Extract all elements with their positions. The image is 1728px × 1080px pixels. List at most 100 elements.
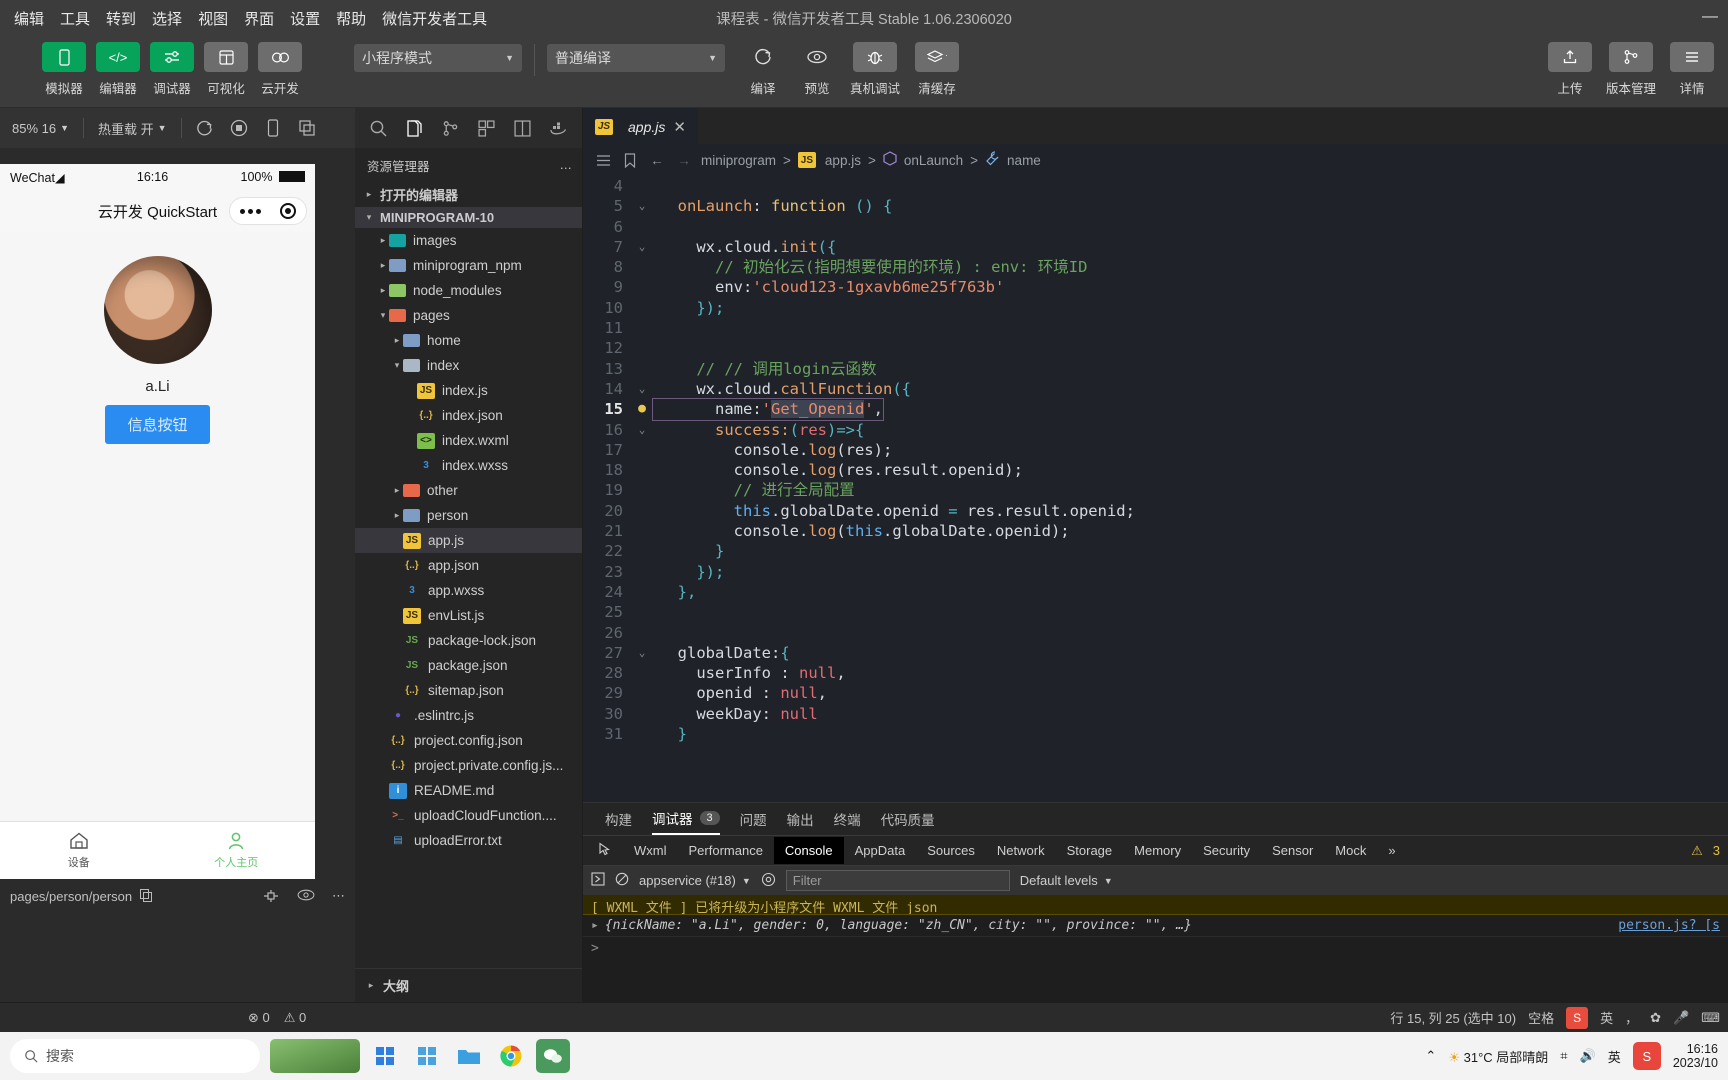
code-line[interactable]: 18 console.log(res.result.openid); — [583, 460, 1728, 480]
toolbar-preview[interactable]: 预览 — [793, 42, 841, 97]
mode-select[interactable]: 小程序模式 ▼ — [354, 44, 522, 72]
tree-file[interactable]: {..} index.json — [355, 403, 582, 428]
simulator-refresh-icon[interactable] — [188, 115, 222, 141]
select-element-icon[interactable] — [262, 888, 280, 904]
code-line[interactable]: 15 ● name:'Get_Openid', — [583, 398, 1728, 421]
code-line[interactable]: 29 openid : null, — [583, 683, 1728, 703]
menu-item-settings[interactable]: 设置 — [282, 4, 328, 33]
chrome-icon[interactable] — [494, 1039, 528, 1073]
console-levels-select[interactable]: Default levels ▼ — [1020, 873, 1113, 888]
devtools-tab-mock[interactable]: Mock — [1324, 837, 1377, 864]
fold-chevron-icon[interactable]: ⌄ — [631, 379, 653, 399]
ime-lang-label[interactable]: 英 — [1608, 1047, 1621, 1066]
weather-temp[interactable]: ☀ 31°C 局部晴朗 — [1448, 1047, 1548, 1066]
store-icon[interactable] — [410, 1039, 444, 1073]
lightbulb-icon[interactable]: ● — [631, 399, 653, 419]
code-line[interactable]: 16 ⌄ success:(res)=>{ — [583, 420, 1728, 440]
copy-icon[interactable] — [140, 889, 153, 903]
tree-file[interactable]: ● .eslintrc.js — [355, 703, 582, 728]
project-section[interactable]: ▾ MINIPROGRAM-10 — [355, 207, 582, 228]
tree-file[interactable]: JS envList.js — [355, 603, 582, 628]
menu-item-view[interactable]: 视图 — [190, 4, 236, 33]
code-line[interactable]: 20 this.globalDate.openid = res.result.o… — [583, 501, 1728, 521]
tree-folder[interactable]: ▾ pages — [355, 303, 582, 328]
volume-icon[interactable]: 🔊 — [1580, 1048, 1596, 1064]
explorer-icon[interactable] — [452, 1039, 486, 1073]
console-output[interactable]: [ WXML 文件 ] 已将升级为小程序文件 WXML 文件 json ▸ {n… — [583, 895, 1728, 1002]
search-icon[interactable] — [361, 113, 395, 143]
taskbar-clock[interactable]: 16:16 2023/10 — [1673, 1042, 1718, 1071]
chevron-down-icon[interactable]: ▾ — [391, 360, 403, 371]
list-icon[interactable] — [593, 154, 613, 167]
menu-item-edit[interactable]: 编辑 — [6, 4, 52, 33]
breadcrumb-onlaunch[interactable]: onLaunch — [904, 153, 963, 168]
panel-tab[interactable]: 代码质量 — [881, 803, 935, 835]
menu-item-goto[interactable]: 转到 — [98, 4, 144, 33]
eye-icon[interactable] — [296, 888, 316, 902]
tree-file[interactable]: JS app.js — [355, 528, 582, 553]
panel-tab[interactable]: 问题 — [740, 803, 767, 835]
breadcrumb-name[interactable]: name — [1007, 153, 1041, 168]
tree-file[interactable]: JS package-lock.json — [355, 628, 582, 653]
tree-folder[interactable]: ▸ miniprogram_npm — [355, 253, 582, 278]
files-icon[interactable] — [397, 113, 431, 143]
wechat-devtools-icon[interactable] — [536, 1039, 570, 1073]
explorer-more-icon[interactable]: … — [560, 158, 573, 172]
devtools-warning-count[interactable]: ⚠ 3 — [1691, 843, 1728, 859]
code-line[interactable]: 9 env:'cloud123-1gxavb6me25f763b' — [583, 277, 1728, 297]
arrow-left-icon[interactable]: ← — [647, 153, 667, 168]
menu-item-interface[interactable]: 界面 — [236, 4, 282, 33]
devtools-tab-wxml[interactable]: Wxml — [623, 837, 678, 864]
panel-tab[interactable]: 终端 — [834, 803, 861, 835]
tree-file[interactable]: >_ uploadCloudFunction.... — [355, 803, 582, 828]
tree-file[interactable]: JS package.json — [355, 653, 582, 678]
split-icon[interactable] — [505, 113, 539, 143]
code-line[interactable]: 8 // 初始化云(指明想要使用的环境) : env: 环境ID — [583, 257, 1728, 277]
tree-folder[interactable]: ▾ index — [355, 353, 582, 378]
tree-folder[interactable]: ▸ node_modules — [355, 278, 582, 303]
menu-item-select[interactable]: 选择 — [144, 4, 190, 33]
panel-tab-bar[interactable]: 构建 调试器 3 问题 输出 终端 代码质量 — [583, 803, 1728, 835]
chevron-right-icon[interactable]: ▸ — [391, 485, 403, 496]
code-line[interactable]: 24 }, — [583, 582, 1728, 602]
sogou-icon[interactable]: S — [1632, 1042, 1661, 1070]
code-line[interactable]: 12 — [583, 338, 1728, 358]
toolbar-editor[interactable]: </> 编辑器 — [94, 42, 142, 97]
more-icon[interactable] — [239, 208, 261, 214]
docker-icon[interactable] — [541, 113, 575, 143]
status-keyboard-icon[interactable]: ⌨ — [1701, 1010, 1720, 1026]
tree-file[interactable]: {..} app.json — [355, 553, 582, 578]
console-filter-input[interactable]: Filter — [785, 870, 1010, 891]
toolbar-compile[interactable]: 编译 — [739, 42, 787, 97]
fold-chevron-icon[interactable]: ⌄ — [631, 643, 653, 663]
expand-icon[interactable]: ▸ — [591, 918, 599, 933]
network-icon[interactable]: ⌗ — [1560, 1048, 1567, 1064]
status-warnings[interactable]: ⚠ 0 — [284, 1010, 307, 1026]
devtools-tab-sensor[interactable]: Sensor — [1261, 837, 1324, 864]
close-target-icon[interactable] — [280, 203, 297, 219]
code-line[interactable]: 7 ⌄ wx.cloud.init({ — [583, 237, 1728, 257]
windows-icon[interactable] — [368, 1039, 402, 1073]
fold-chevron-icon[interactable]: ⌄ — [631, 420, 653, 440]
info-button[interactable]: 信息按钮 — [105, 405, 210, 444]
sogou-ime-icon[interactable]: S — [1566, 1006, 1589, 1029]
panel-tab[interactable]: 调试器 3 — [652, 803, 720, 835]
chevron-right-icon[interactable]: ▸ — [377, 235, 389, 246]
toolbar-visual[interactable]: 可视化 — [202, 42, 250, 97]
toolbar-debugger[interactable]: 调试器 — [148, 42, 196, 97]
arrow-right-icon[interactable]: → — [674, 153, 694, 168]
panel-tab[interactable]: 构建 — [605, 803, 632, 835]
tree-folder[interactable]: ▸ images — [355, 228, 582, 253]
chevron-up-icon[interactable]: ⌃ — [1425, 1048, 1436, 1064]
chevron-down-icon[interactable]: ▾ — [377, 310, 389, 321]
toolbar-simulator[interactable]: 模拟器 — [40, 42, 88, 97]
code-line[interactable]: 6 — [583, 217, 1728, 237]
console-log-source[interactable]: person.js? [s — [1618, 918, 1720, 933]
code-line[interactable]: 13 // // 调用login云函数 — [583, 359, 1728, 379]
source-control-icon[interactable] — [433, 113, 467, 143]
tree-file[interactable]: ▤ uploadError.txt — [355, 828, 582, 853]
devtools-tab-appdata[interactable]: AppData — [844, 837, 917, 864]
code-line[interactable]: 30 weekDay: null — [583, 704, 1728, 724]
code-content[interactable]: 4 5 ⌄ onLaunch: function () {6 7 ⌄ wx.cloud.… — [583, 176, 1728, 744]
toolbar-real-device-debug[interactable]: 真机调试 — [847, 42, 903, 97]
